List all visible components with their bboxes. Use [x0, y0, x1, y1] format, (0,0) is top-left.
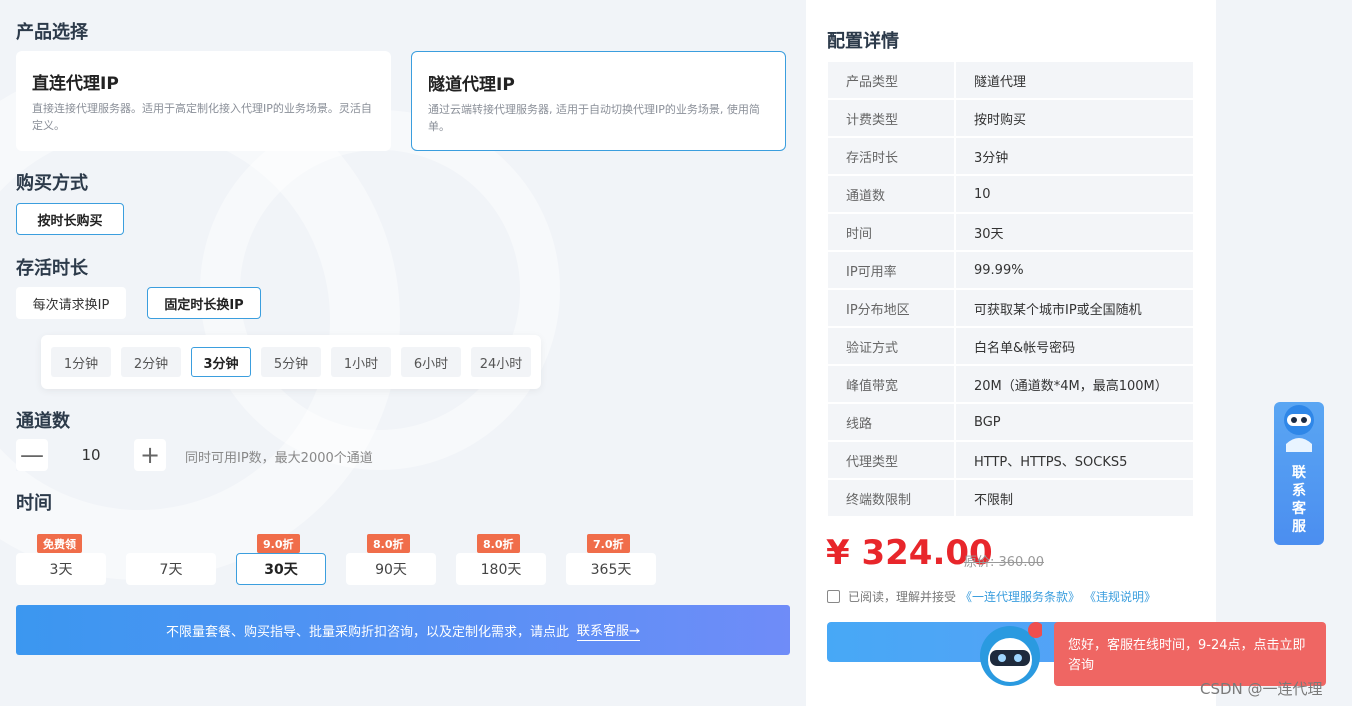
- agreement-row: 已阅读，理解并接受 《一连代理服务条款》 《违规说明》: [827, 588, 1156, 605]
- channel-stepper: — 10 +: [16, 439, 166, 471]
- product-section-title: 产品选择: [16, 22, 88, 43]
- channel-hint: 同时可用IP数，最大2000个通道: [185, 451, 373, 466]
- customer-service-float[interactable]: 联系客服: [1274, 402, 1324, 545]
- config-table: 产品类型 隧道代理 计费类型 按时购买 存活时长 3分钟 通道数 10 时间 30天 IP…: [828, 60, 1193, 518]
- chat-popup-text: 您好，客服在线时间，9-24点，点击立即咨询: [1068, 638, 1306, 673]
- product-card-title: 直连代理IP: [32, 74, 119, 94]
- time-option[interactable]: 180天: [456, 553, 546, 585]
- free-badge: 免费领: [37, 534, 82, 553]
- duration-option[interactable]: 24小时: [471, 347, 531, 377]
- watermark: CSDN @一连代理: [1200, 680, 1323, 698]
- discount-badge: 7.0折: [587, 534, 630, 553]
- table-row: IP可用率 99.99%: [828, 252, 1193, 288]
- discount-badge: 8.0折: [367, 534, 410, 553]
- table-row: 终端数限制 不限制: [828, 480, 1193, 516]
- discount-badge: 8.0折: [477, 534, 520, 553]
- table-row: 产品类型 隧道代理: [828, 62, 1193, 98]
- mode-per-request-button[interactable]: 每次请求换IP: [16, 287, 126, 319]
- duration-option[interactable]: 1分钟: [51, 347, 111, 377]
- side-area: [1216, 0, 1352, 706]
- time-option[interactable]: 365天: [566, 553, 656, 585]
- chat-popup[interactable]: 您好，客服在线时间，9-24点，点击立即咨询: [1054, 622, 1326, 686]
- product-card-desc: 直接连接代理服务器。适用于高定制化接入代理IP的业务场景。灵活自定义。: [32, 102, 372, 132]
- table-row: 峰值带宽 20M（通道数*4M，最高100M）: [828, 366, 1193, 402]
- time-option[interactable]: 3天: [16, 553, 106, 585]
- contact-service-link[interactable]: 联系客服→: [577, 620, 640, 641]
- survival-section-title: 存活时长: [16, 258, 88, 279]
- duration-option[interactable]: 1小时: [331, 347, 391, 377]
- table-row: 计费类型 按时购买: [828, 100, 1193, 136]
- table-row: IP分布地区 可获取某个城市IP或全国随机: [828, 290, 1193, 326]
- duration-options-panel: 1分钟 2分钟 3分钟 5分钟 1小时 6小时 24小时: [41, 335, 541, 389]
- time-option[interactable]: 90天: [346, 553, 436, 585]
- robot-mascot-icon: [1284, 405, 1314, 452]
- product-card-title: 隧道代理IP: [428, 75, 515, 95]
- duration-option[interactable]: 5分钟: [261, 347, 321, 377]
- rules-link[interactable]: 《违规说明》: [1084, 588, 1156, 605]
- contact-banner[interactable]: 不限量套餐、购买指导、批量采购折扣咨询，以及定制化需求，请点此 联系客服→: [16, 605, 790, 655]
- increment-button[interactable]: +: [134, 439, 166, 471]
- product-card-desc: 通过云端转接代理服务器, 适用于自动切换代理IP的业务场景, 使用简单。: [428, 103, 760, 133]
- table-row: 通道数 10: [828, 176, 1193, 212]
- channel-count-input[interactable]: 10: [48, 439, 134, 471]
- time-option[interactable]: 7天: [126, 553, 216, 585]
- arrow-right-icon: →: [629, 623, 640, 639]
- channels-section-title: 通道数: [16, 411, 70, 432]
- original-price: 原价: 360.00: [964, 555, 1044, 570]
- purchase-by-duration-button[interactable]: 按时长购买: [16, 203, 124, 235]
- time-option-selected[interactable]: 30天: [236, 553, 326, 585]
- chat-mascot-icon[interactable]: [978, 622, 1042, 686]
- table-row: 时间 30天: [828, 214, 1193, 250]
- table-row: 代理类型 HTTP、HTTPS、SOCKS5: [828, 442, 1193, 478]
- purchase-section-title: 购买方式: [16, 173, 88, 194]
- time-section-title: 时间: [16, 493, 52, 514]
- table-row: 存活时长 3分钟: [828, 138, 1193, 174]
- duration-option[interactable]: 6小时: [401, 347, 461, 377]
- duration-option[interactable]: 2分钟: [121, 347, 181, 377]
- terms-link[interactable]: 《一连代理服务条款》: [960, 588, 1080, 605]
- product-card-tunnel[interactable]: 隧道代理IP 通过云端转接代理服务器, 适用于自动切换代理IP的业务场景, 使用…: [411, 51, 786, 151]
- decrement-button[interactable]: —: [16, 439, 48, 471]
- agreement-checkbox[interactable]: [827, 590, 840, 603]
- config-title: 配置详情: [827, 31, 899, 52]
- table-row: 线路 BGP: [828, 404, 1193, 440]
- duration-option-selected[interactable]: 3分钟: [191, 347, 251, 377]
- customer-service-label: 联系客服: [1292, 465, 1306, 535]
- agreement-text: 已阅读，理解并接受: [848, 590, 957, 604]
- product-card-direct[interactable]: 直连代理IP 直接连接代理服务器。适用于高定制化接入代理IP的业务场景。灵活自定…: [16, 51, 391, 151]
- mode-fixed-duration-button[interactable]: 固定时长换IP: [147, 287, 261, 319]
- discount-badge: 9.0折: [257, 534, 300, 553]
- banner-text: 不限量套餐、购买指导、批量采购折扣咨询，以及定制化需求，请点此: [166, 624, 570, 640]
- table-row: 验证方式 白名单&帐号密码: [828, 328, 1193, 364]
